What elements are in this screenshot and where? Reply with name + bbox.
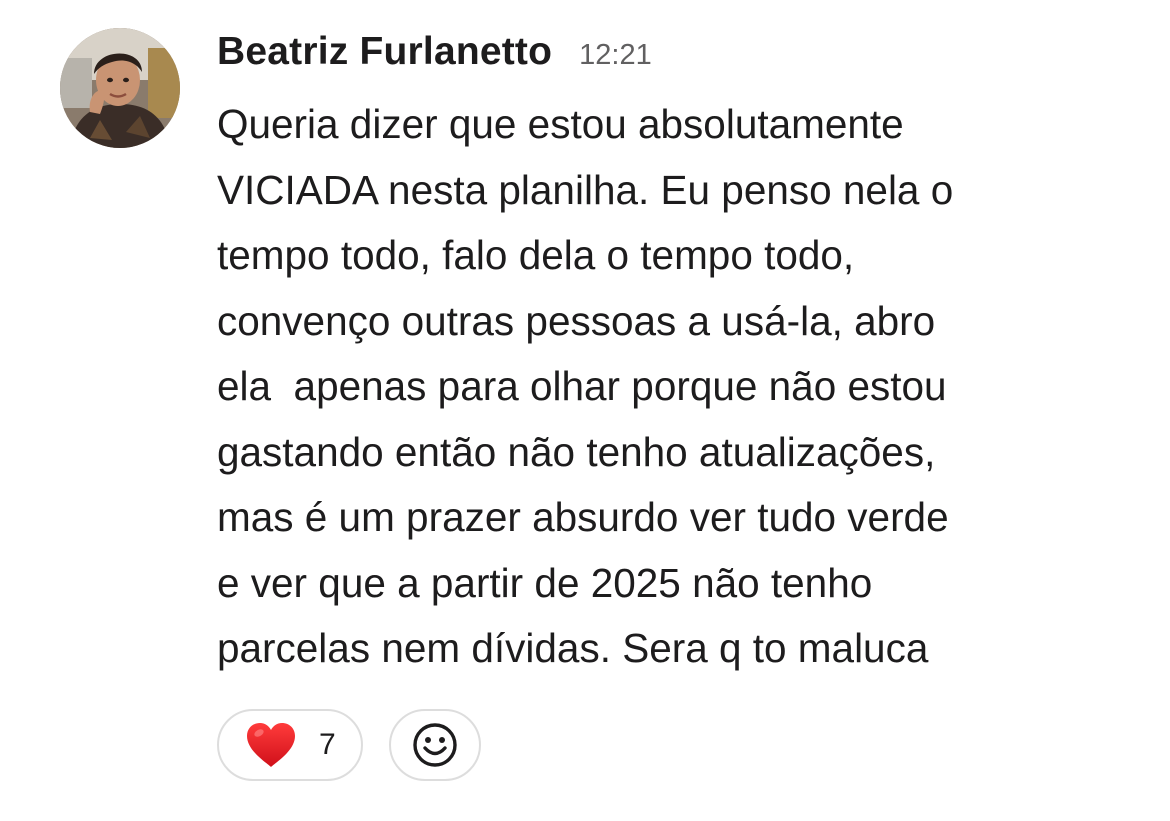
message-line: ela apenas para olhar porque não estou <box>217 363 947 409</box>
avatar[interactable] <box>60 28 180 148</box>
reaction-count: 7 <box>319 728 336 761</box>
message-body: Queria dizer que estou absolutamente VIC… <box>217 92 1117 682</box>
message-line: VICIADA nesta planilha. Eu penso nela o <box>217 166 954 213</box>
message-line: gastando então não tenho atualizações, <box>217 428 936 475</box>
chat-message: Beatriz Furlanetto 12:21 Queria dizer qu… <box>0 0 1170 821</box>
message-line: mas é um prazer absurdo ver tudo verde <box>217 494 949 540</box>
message-line: e ver que a partir de 2025 não tenho <box>217 559 873 606</box>
message-line: tempo todo, falo dela o tempo todo, <box>217 232 855 278</box>
timestamp[interactable]: 12:21 <box>579 39 652 72</box>
reaction-heart-button[interactable]: 7 <box>217 709 363 781</box>
message-line: Queria dizer que estou absolutamente <box>217 101 904 147</box>
author-name[interactable]: Beatriz Furlanetto <box>217 30 552 74</box>
message-line: convenço outras pessoas a usá-la, abro <box>217 297 936 344</box>
smiley-face-icon <box>413 723 457 767</box>
message-line: parcelas nem dívidas. Sera q to maluca <box>217 625 929 671</box>
red-heart-icon <box>247 723 295 767</box>
reactions-bar: 7 <box>217 709 481 781</box>
message-header: Beatriz Furlanetto 12:21 <box>217 30 652 86</box>
avatar-photo <box>60 28 180 148</box>
add-reaction-button[interactable] <box>389 709 481 781</box>
